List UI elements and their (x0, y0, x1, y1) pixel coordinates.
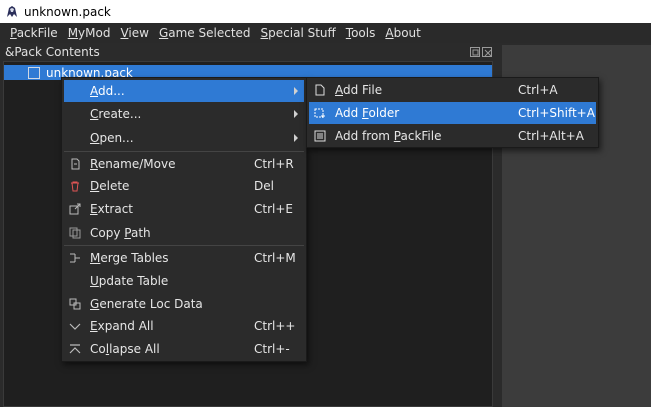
add-folder-icon (314, 107, 326, 119)
menu-bar: PackFile MyMod View Game Selected Specia… (0, 23, 651, 43)
add-submenu: Add File Ctrl+A Add Folder Ctrl+Shift+A … (306, 77, 599, 148)
context-menu: Add... Create... Open... Rename/Move Ctr… (61, 77, 307, 362)
menu-item-extract[interactable]: Extract Ctrl+E (64, 198, 304, 220)
menu-view[interactable]: View (115, 23, 153, 43)
chevron-down-icon (69, 320, 81, 332)
menu-mymod[interactable]: MyMod (63, 23, 116, 43)
generate-icon (69, 298, 81, 310)
menu-special-stuff[interactable]: Special Stuff (256, 23, 341, 43)
chevron-up-icon (69, 343, 81, 355)
submenu-arrow-icon (294, 110, 298, 118)
packfile-icon (314, 130, 326, 142)
submenu-arrow-icon (294, 87, 298, 95)
menu-item-rename[interactable]: Rename/Move Ctrl+R (64, 153, 304, 175)
menu-item-delete[interactable]: Delete Del (64, 175, 304, 197)
menu-item-open[interactable]: Open... (64, 127, 304, 149)
close-icon[interactable] (482, 47, 492, 57)
trash-icon (69, 180, 81, 192)
app-logo-icon (5, 5, 19, 19)
menu-packfile[interactable]: PackFile (0, 23, 63, 43)
menu-item-generate-loc-data[interactable]: Generate Loc Data (64, 293, 304, 315)
menu-item-create[interactable]: Create... (64, 103, 304, 125)
menu-item-copy-path[interactable]: Copy Path (64, 222, 304, 244)
merge-icon (69, 252, 81, 264)
menu-separator (64, 151, 304, 152)
pack-contents-dock-header: &Pack Contents (0, 43, 496, 61)
menu-item-expand-all[interactable]: Expand All Ctrl++ (64, 315, 304, 337)
menu-about[interactable]: About (380, 23, 426, 43)
submenu-item-add-from-packfile[interactable]: Add from PackFile Ctrl+Alt+A (309, 125, 596, 147)
dock-title: &Pack Contents (5, 45, 100, 59)
submenu-item-add-file[interactable]: Add File Ctrl+A (309, 79, 596, 101)
title-bar: unknown.pack (0, 0, 651, 23)
pack-file-icon (28, 66, 40, 79)
menu-item-merge-tables[interactable]: Merge Tables Ctrl+M (64, 247, 304, 269)
copy-icon (69, 227, 81, 239)
menu-item-update-table[interactable]: Update Table (64, 270, 304, 292)
float-icon[interactable] (470, 47, 480, 57)
menu-item-add[interactable]: Add... (64, 80, 304, 102)
menu-separator (64, 245, 304, 246)
menu-item-collapse-all[interactable]: Collapse All Ctrl+- (64, 338, 304, 360)
window-title: unknown.pack (24, 4, 111, 19)
menu-game-selected[interactable]: Game Selected (154, 23, 256, 43)
extract-icon (69, 203, 81, 215)
menu-tools[interactable]: Tools (341, 23, 381, 43)
add-file-icon (314, 84, 326, 96)
submenu-item-add-folder[interactable]: Add Folder Ctrl+Shift+A (309, 102, 596, 124)
rename-icon (69, 158, 81, 170)
submenu-arrow-icon (294, 134, 298, 142)
